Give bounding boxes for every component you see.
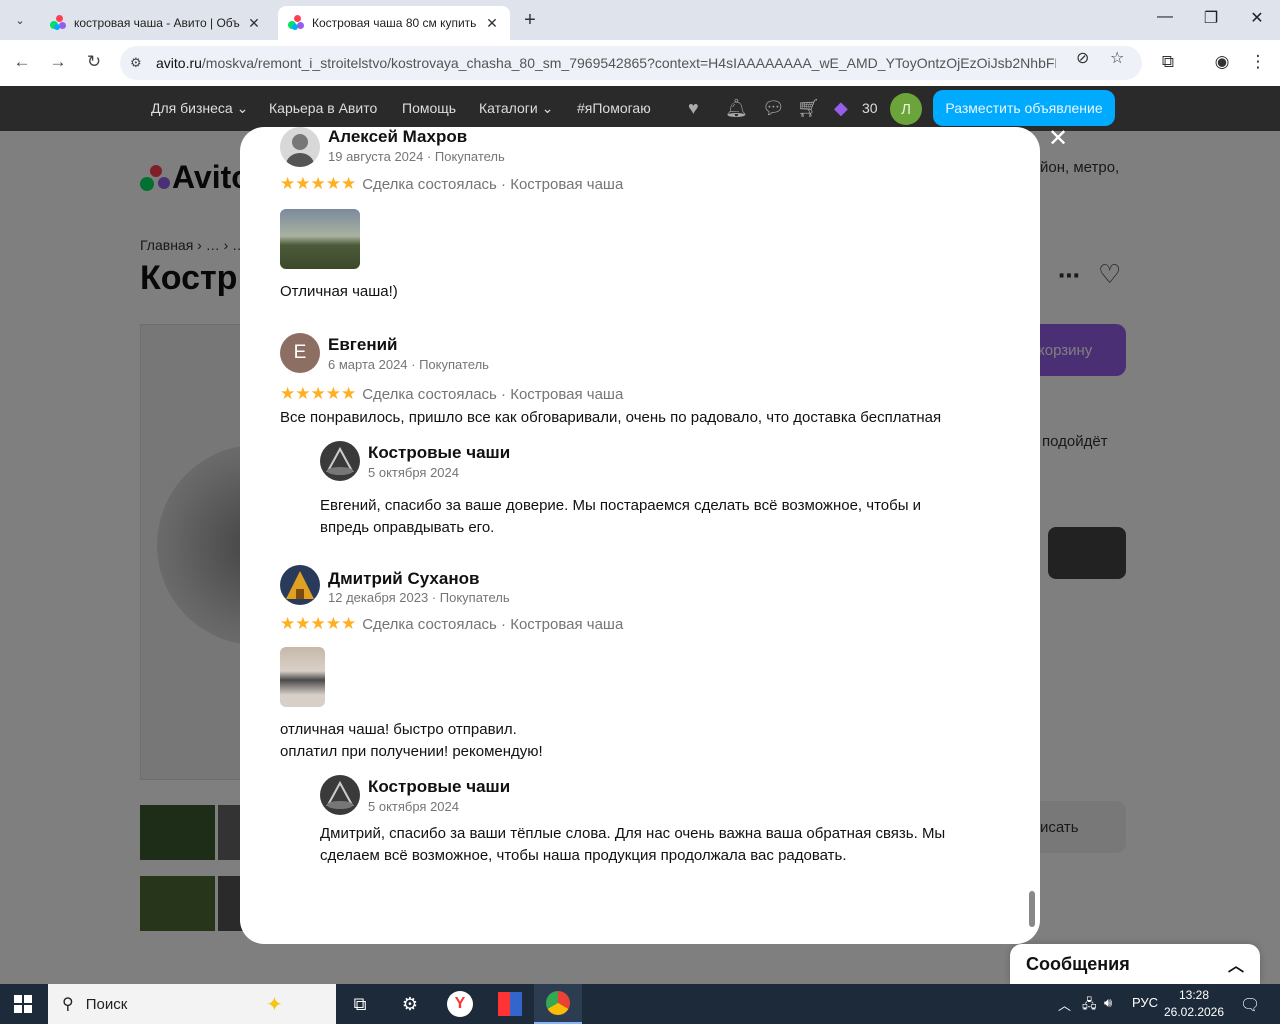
bonus-count: 30: [862, 100, 878, 116]
extensions-icon[interactable]: ⧉: [1156, 52, 1180, 72]
review-photo[interactable]: [280, 647, 325, 707]
windows-start-icon[interactable]: [14, 995, 32, 1013]
tray-chevron-up-icon[interactable]: ︿: [1058, 995, 1071, 1014]
review-text: Все понравилось, пришло все как обговари…: [280, 409, 942, 426]
window-close-icon[interactable]: ✕: [1234, 8, 1280, 28]
rating-stars: ★★★★★: [280, 384, 357, 403]
back-icon[interactable]: ←: [10, 52, 34, 72]
settings-gear-icon[interactable]: ⚙: [386, 984, 434, 1024]
profile-icon[interactable]: ◉: [1210, 52, 1234, 72]
modal-close-icon[interactable]: ✕: [1046, 124, 1070, 153]
browser-tab-search-results[interactable]: костровая чаша - Авито | Объ ✕: [40, 6, 272, 40]
messages-bar[interactable]: Сообщения ︿: [1010, 944, 1260, 984]
tab-title: костровая чаша - Авито | Объ: [74, 16, 240, 30]
review-date: 6 марта 2024 · Покупатель: [328, 357, 489, 372]
network-icon[interactable]: 🖧︎: [1082, 995, 1097, 1017]
modal-scrollbar[interactable]: [1029, 891, 1035, 927]
cart-icon[interactable]: 🛒︎: [797, 98, 820, 119]
chevron-up-icon[interactable]: ︿: [1228, 952, 1244, 976]
taskbar-search[interactable]: ⚲ Поиск ✦: [48, 984, 336, 1024]
restore-icon[interactable]: ❐: [1188, 8, 1234, 28]
search-label: Поиск: [85, 995, 128, 1013]
review-text: Отличная чаша!): [280, 283, 398, 300]
tracking-protection-icon[interactable]: ⊘: [1076, 48, 1089, 68]
favorites-heart-icon[interactable]: ♥: [688, 98, 699, 119]
browser-toolbar: ← → ↻ ⚙ avito.ru/moskva/remont_i_stroite…: [0, 40, 1280, 86]
yandex-browser-icon[interactable]: Y: [436, 984, 484, 1024]
deal-status: Сделка состоялась · Костровая чаша: [362, 175, 624, 193]
user-avatar[interactable]: Л: [890, 93, 922, 125]
avito-header: Для бизнеса ⌄ Карьера в Авито Помощь Кат…: [0, 86, 1280, 131]
clock[interactable]: 13:28 26.02.2026: [1160, 987, 1228, 1021]
deal-status: Сделка состоялась · Костровая чаша: [362, 385, 624, 403]
reply-date: 5 октября 2024: [368, 465, 459, 480]
review-item: Дмитрий Суханов 12 декабря 2023 · Покупа…: [280, 565, 1000, 864]
avito-favicon: [50, 15, 66, 31]
tab-title: Костровая чаша 80 см купить: [312, 16, 477, 30]
search-icon: ⚲: [62, 996, 74, 1013]
tab-close-icon[interactable]: ✕: [484, 15, 500, 32]
reviewer-name[interactable]: Алексей Махров: [328, 127, 467, 147]
forward-icon[interactable]: →: [46, 52, 70, 72]
notifications-bell-icon[interactable]: 🔔︎: [725, 98, 748, 119]
reply-text: Евгений, спасибо за ваше доверие. Мы пос…: [320, 497, 922, 536]
post-ad-button[interactable]: Разместить объявление: [933, 90, 1115, 126]
reviewer-avatar[interactable]: [280, 565, 320, 605]
messages-chat-icon[interactable]: 💬︎: [762, 98, 785, 119]
rating-stars: ★★★★★: [280, 174, 357, 193]
seller-avatar[interactable]: [320, 441, 360, 481]
new-tab-icon[interactable]: +: [518, 9, 542, 32]
volume-icon[interactable]: 🔊︎: [1104, 995, 1112, 1011]
menu-icon[interactable]: ⋮: [1246, 52, 1270, 72]
review-item: Алексей Махров 19 августа 2024 · Покупат…: [280, 127, 1000, 303]
rating-stars: ★★★★★: [280, 614, 357, 633]
reviewer-name[interactable]: Евгений: [328, 335, 398, 355]
clock-time: 13:28: [1178, 988, 1210, 1002]
task-view-icon[interactable]: ⧉: [336, 984, 384, 1024]
bookmark-star-icon[interactable]: ☆: [1110, 48, 1124, 68]
tab-close-icon[interactable]: ✕: [246, 15, 262, 32]
reply-text: Дмитрий, спасибо за ваши тёплые слова. Д…: [320, 825, 946, 864]
sparkle-icon: ✦: [266, 993, 283, 1016]
nav-help[interactable]: Помощь: [402, 100, 456, 116]
deal-status: Сделка состоялась · Костровая чаша: [362, 615, 624, 633]
avito-favicon: [288, 15, 304, 31]
nav-catalogs[interactable]: Каталоги ⌄: [479, 100, 553, 117]
chrome-icon[interactable]: [534, 984, 582, 1024]
app-grid-icon[interactable]: [486, 984, 534, 1024]
bonus-ticket-icon[interactable]: ◆: [834, 98, 848, 119]
taskbar: ⚲ Поиск ✦ ⧉ ⚙ Y ︿ 🖧︎ 🔊︎ РУС 13:28 26.02.…: [0, 984, 1280, 1024]
clock-date: 26.02.2026: [1163, 1005, 1225, 1019]
reviewer-avatar[interactable]: [280, 127, 320, 167]
browser-tab-product[interactable]: Костровая чаша 80 см купить ✕: [278, 6, 510, 40]
reload-icon[interactable]: ↻: [82, 52, 106, 72]
nav-business[interactable]: Для бизнеса ⌄: [151, 100, 248, 117]
nav-career[interactable]: Карьера в Авито: [269, 100, 377, 116]
review-photo[interactable]: [280, 209, 360, 269]
nav-ya-pomogayu[interactable]: #яПомогаю: [577, 100, 651, 116]
language-indicator[interactable]: РУС: [1132, 995, 1158, 1010]
browser-tab-strip: ⌄ костровая чаша - Авито | Объ ✕ Костров…: [0, 0, 1280, 40]
review-text: отличная чаша! быстро отправил. оплатил …: [280, 721, 543, 760]
site-info-icon[interactable]: ⚙: [130, 55, 150, 71]
notifications-icon[interactable]: 🗨︎: [1240, 995, 1260, 1015]
reviewer-name[interactable]: Дмитрий Суханов: [328, 569, 479, 589]
review-date: 12 декабря 2023 · Покупатель: [328, 590, 510, 605]
minimize-icon[interactable]: —: [1142, 8, 1188, 26]
reviewer-avatar[interactable]: Е: [280, 333, 320, 373]
address-bar[interactable]: ⚙ avito.ru/moskva/remont_i_stroitelstvo/…: [120, 46, 1142, 80]
tab-search-button[interactable]: ⌄: [8, 8, 32, 32]
messages-label: Сообщения: [1026, 953, 1130, 974]
review-item: Е Евгений 6 марта 2024 · Покупатель ★★★★…: [280, 333, 1000, 536]
seller-avatar[interactable]: [320, 775, 360, 815]
seller-name[interactable]: Костровые чаши: [368, 443, 510, 463]
reply-date: 5 октября 2024: [368, 799, 459, 814]
reviews-modal: Алексей Махров 19 августа 2024 · Покупат…: [240, 127, 1040, 944]
review-date: 19 августа 2024 · Покупатель: [328, 149, 505, 164]
url-text[interactable]: avito.ru/moskva/remont_i_stroitelstvo/ko…: [156, 55, 1056, 71]
seller-name[interactable]: Костровые чаши: [368, 777, 510, 797]
